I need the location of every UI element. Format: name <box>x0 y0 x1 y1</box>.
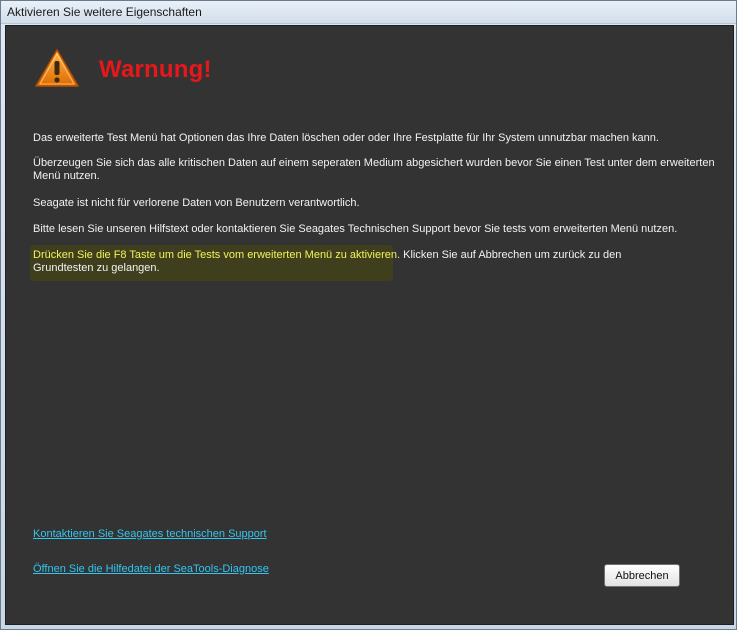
cancel-button[interactable]: Abbrechen <box>604 564 680 587</box>
window-title: Aktivieren Sie weitere Eigenschaften <box>7 5 202 19</box>
contact-support-link[interactable]: Kontaktieren Sie Seagates technischen Su… <box>33 528 267 540</box>
highlighted-f8-text: Drücken Sie die F8 Taste um die Tests vo… <box>33 249 401 261</box>
paragraph-f8-instruction: Drücken Sie die F8 Taste um die Tests vo… <box>33 249 683 275</box>
title-bar[interactable]: Aktivieren Sie weitere Eigenschaften <box>1 1 736 24</box>
open-helpfile-link[interactable]: Öffnen Sie die Hilfedatei der SeaTools-D… <box>33 563 269 575</box>
warning-title: Warnung! <box>99 56 212 83</box>
paragraph-liability: Seagate ist nicht für verlorene Daten vo… <box>33 197 360 209</box>
paragraph-options-warning: Das erweiterte Test Menü hat Optionen da… <box>33 132 659 144</box>
dialog-window: Aktivieren Sie weitere Eigenschaften War… <box>0 0 737 630</box>
paragraph-backup-advice: Überzeugen Sie sich das alle kritischen … <box>33 157 715 182</box>
dialog-content: Warnung! Das erweiterte Test Menü hat Op… <box>5 25 734 625</box>
warning-triangle-icon <box>35 49 79 87</box>
paragraph-read-help: Bitte lesen Sie unseren Hilfstext oder k… <box>33 223 678 235</box>
